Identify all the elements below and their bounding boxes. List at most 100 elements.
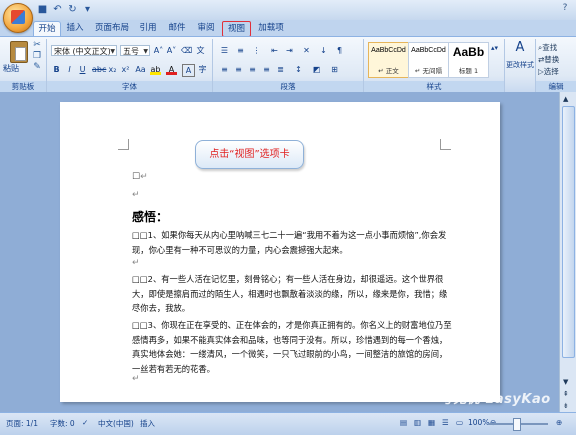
paragraph-2: □□2、有一些人活在记忆里，刻骨铭心；有一些人活在身边，却很遥远。这个世界很大，… <box>132 274 448 313</box>
next-page-icon[interactable]: ⇟ <box>563 402 569 410</box>
tab-mailings[interactable]: 邮件 <box>164 21 190 35</box>
bullets-icon[interactable]: ☰ <box>219 45 230 56</box>
font-size-combo[interactable]: 五号 ▼ <box>120 45 150 56</box>
status-bar: 页面: 1/1 字数: 0 ✓ 中文(中国) 插入 ▤ ▥ ▦ ☰ ▭ 100%… <box>0 412 576 435</box>
italic-button[interactable]: I <box>64 64 75 75</box>
outline-icon[interactable]: ☰ <box>442 418 449 427</box>
strikethrough-button[interactable]: abc <box>92 64 106 75</box>
print-layout-icon[interactable]: ▤ <box>400 418 407 427</box>
highlight-icon[interactable]: ab <box>150 64 161 75</box>
checkbox-icon: ☐ <box>132 172 141 182</box>
change-styles-button[interactable]: 更改样式 <box>505 60 535 70</box>
shading-icon[interactable]: ◩ <box>311 64 322 75</box>
replace-button[interactable]: ⇄替换 <box>538 54 559 65</box>
align-right-icon[interactable]: ≡ <box>247 64 258 75</box>
watermark: 考无忧 EasyKao <box>440 392 551 407</box>
chinese-layout-icon[interactable]: ✕ <box>301 45 312 56</box>
font-group: 宋体 (中文正文) ▼ 五号 ▼ A˄ A˅ ⌫ 文 B I U abc x₂ x²… <box>47 39 213 92</box>
insert-mode[interactable]: 插入 <box>140 418 155 429</box>
page-indicator[interactable]: 页面: 1/1 <box>6 418 38 429</box>
paste-button[interactable]: 粘贴 <box>3 63 19 74</box>
zoom-level[interactable]: 100% <box>468 418 489 427</box>
paragraph-mark: ↵ <box>132 258 140 268</box>
zoom-slider-knob[interactable] <box>513 418 521 431</box>
underline-button[interactable]: U <box>77 64 88 75</box>
style-normal[interactable]: AaBbCcDd ↵ 正文 <box>368 42 409 78</box>
multilevel-list-icon[interactable]: ⋮ <box>251 45 262 56</box>
find-label: 查找 <box>542 43 558 52</box>
undo-icon[interactable]: ↶ <box>51 3 64 16</box>
style-sample: AaBb <box>452 45 485 59</box>
tab-review[interactable]: 审阅 <box>193 21 219 35</box>
proofing-icon[interactable]: ✓ <box>82 418 88 427</box>
redo-icon[interactable]: ↻ <box>66 3 79 16</box>
change-styles-icon[interactable]: A <box>513 41 527 56</box>
borders-icon[interactable]: ⊞ <box>329 64 340 75</box>
scrollbar-thumb[interactable] <box>562 106 575 358</box>
numbering-icon[interactable]: ≡ <box>235 45 246 56</box>
line-spacing-icon[interactable]: ↕ <box>293 64 304 75</box>
font-color-icon[interactable]: A <box>166 64 177 75</box>
margin-corner-mark <box>440 139 451 150</box>
web-layout-icon[interactable]: ▦ <box>428 418 435 427</box>
styles-scroll-icon[interactable]: ▴▾ <box>489 43 500 73</box>
subscript-button[interactable]: x₂ <box>107 64 118 75</box>
document-area: 点击“视图”选项卡 ☐↵ ↵ 感悟： □□1、如果你每天从内心里呐喊三七二十一遍… <box>0 92 560 412</box>
style-no-spacing[interactable]: AaBbCcDd ↵ 无间隔 <box>408 42 449 78</box>
find-button[interactable]: ⌕查找 <box>538 42 557 53</box>
font-group-label: 字体 <box>47 81 212 92</box>
cut-icon[interactable]: ✂ <box>32 41 42 50</box>
format-painter-icon[interactable]: ✎ <box>32 63 42 72</box>
decrease-indent-icon[interactable]: ⇤ <box>269 45 280 56</box>
style-heading-1[interactable]: AaBb 标题 1 <box>448 42 489 78</box>
distributed-icon[interactable]: ≣ <box>275 64 286 75</box>
change-styles-group: A 更改样式 <box>505 39 536 92</box>
sort-icon[interactable]: ↓ <box>318 45 329 56</box>
help-icon[interactable]: ? <box>558 2 572 15</box>
font-name-combo[interactable]: 宋体 (中文正文) ▼ <box>51 45 117 56</box>
scroll-up-icon[interactable]: ▲ <box>563 95 568 103</box>
language-indicator[interactable]: 中文(中国) <box>98 418 134 429</box>
style-sample: AaBbCcDd <box>371 47 406 54</box>
character-border-icon[interactable]: A <box>182 64 195 77</box>
shrink-font-icon[interactable]: A˅ <box>166 45 177 56</box>
show-marks-icon[interactable]: ¶ <box>334 45 345 56</box>
paragraph-mark: ↵ <box>140 172 148 182</box>
change-case-icon[interactable]: Aa <box>135 64 146 75</box>
scroll-down-icon[interactable]: ▼ <box>563 378 568 386</box>
copy-icon[interactable]: ❐ <box>32 52 42 61</box>
paste-icon[interactable] <box>10 41 28 63</box>
qat-dropdown-icon[interactable]: ▾ <box>81 3 94 16</box>
tab-references[interactable]: 引用 <box>135 21 161 35</box>
chevron-down-icon: ▼ <box>110 48 115 55</box>
vertical-scrollbar[interactable]: ▲ ▼ ⇞ ⇟ <box>559 92 576 412</box>
tab-home[interactable]: 开始 <box>33 21 61 37</box>
zoom-in-icon[interactable]: ⊕ <box>556 418 562 427</box>
superscript-button[interactable]: x² <box>120 64 131 75</box>
clipboard-group-label: 剪贴板 <box>0 81 46 92</box>
phonetic-guide-icon[interactable]: 文 <box>195 45 206 56</box>
tab-page-layout[interactable]: 页面布局 <box>93 21 131 35</box>
tab-view[interactable]: 视图 <box>222 21 251 37</box>
document-page[interactable]: 点击“视图”选项卡 ☐↵ ↵ 感悟： □□1、如果你每天从内心里呐喊三七二十一遍… <box>60 102 500 402</box>
justify-icon[interactable]: ≡ <box>261 64 272 75</box>
align-center-icon[interactable]: ≡ <box>233 64 244 75</box>
enclosed-char-icon[interactable]: 字 <box>197 64 208 75</box>
style-name: ↵ 无间隔 <box>414 67 442 75</box>
select-button[interactable]: ▷选择 <box>538 66 559 77</box>
paragraph-group-label: 段落 <box>213 81 363 92</box>
word-count[interactable]: 字数: 0 <box>50 418 75 429</box>
office-button[interactable] <box>3 3 33 33</box>
bold-button[interactable]: B <box>51 64 62 75</box>
tab-addins[interactable]: 加载项 <box>256 21 286 35</box>
increase-indent-icon[interactable]: ⇥ <box>284 45 295 56</box>
align-left-icon[interactable]: ≡ <box>219 64 230 75</box>
clear-format-icon[interactable]: ⌫ <box>181 45 192 56</box>
tab-insert[interactable]: 插入 <box>62 21 88 35</box>
full-screen-icon[interactable]: ▥ <box>414 418 421 427</box>
draft-icon[interactable]: ▭ <box>456 418 463 427</box>
prev-page-icon[interactable]: ⇞ <box>563 390 569 398</box>
grow-font-icon[interactable]: A˄ <box>153 45 164 56</box>
doc-heading: 感悟： <box>132 210 169 224</box>
save-icon[interactable]: ■ <box>36 3 49 16</box>
